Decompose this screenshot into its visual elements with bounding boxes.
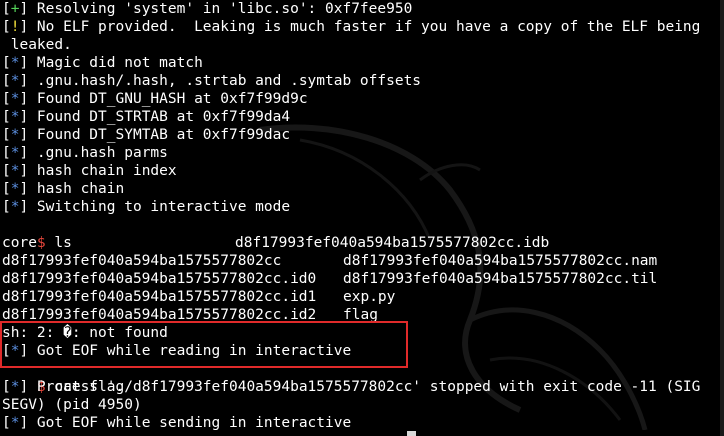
status-tag: * [10,199,20,215]
log-text: hash chain [28,181,125,197]
log-line: [*] Switching to interactive mode [2,199,291,215]
log-text: .gnu.hash parms [28,145,168,161]
status-tag: * [10,181,20,197]
status-tag: * [10,109,20,125]
log-text: Magic did not match [28,55,203,71]
ls-entry: exp.py [343,289,396,305]
log-line: [*] Found DT_SYMTAB at 0xf7f99dac [2,127,291,143]
ls-entry: d8f17993fef040a594ba1575577802cc.id1 [2,289,317,305]
log-text: Found DT_GNU_HASH at 0xf7f99d9c [28,91,308,107]
status-tag: * [10,91,20,107]
log-line: [*] Found DT_GNU_HASH at 0xf7f99d9c [2,91,308,107]
status-tag: + [10,1,20,17]
eof-sending-line: [*] Got EOF while sending in interactive [2,415,352,431]
ls-row: d8f17993fef040a594ba1575577802cc.id0 d8f1… [2,270,722,288]
ls-entry: d8f17993fef040a594ba1575577802cc.idb [235,235,550,251]
log-line: [+] Resolving 'system' in 'libc.so': 0xf… [2,1,413,17]
status-tag: * [10,163,20,179]
process-stop-line-1: [*] Process './d8f17993fef040a594ba15755… [2,379,701,395]
terminal-window[interactable]: [+] Resolving 'system' in 'libc.so': 0xf… [0,0,724,436]
ls-row: d8f17993fef040a594ba1575577802cc.id1 exp.… [2,288,722,306]
ls-row: core d8f17993fef040a594ba1575577802cc.idb [2,234,722,252]
log-text: Found DT_SYMTAB at 0xf7f99dac [28,127,291,143]
ls-entry: d8f17993fef040a594ba1575577802cc [2,253,282,269]
log-text: Resolving 'system' in 'libc.so': 0xf7fee… [28,1,413,17]
process-stop-line-2: SEGV) (pid 4950) [2,397,142,413]
prompt-ls: $ ls [2,216,72,251]
log-text: Switching to interactive mode [28,199,291,215]
log-line: [*] hash chain index [2,163,177,179]
status-tag: ! [10,19,20,35]
status-tag: * [10,145,20,161]
status-tag: * [10,73,20,89]
log-line: [*] Found DT_STRTAB at 0xf7f99da4 [2,109,291,125]
log-line: leaked. [2,36,72,54]
highlight-box [0,321,408,368]
log-text: leaked. [2,37,72,53]
ls-entry: d8f17993fef040a594ba1575577802cc.til [343,271,658,287]
log-text: .gnu.hash/.hash, .strtab and .symtab off… [28,73,422,89]
log-line: [*] hash chain [2,181,125,197]
ls-entry: d8f17993fef040a594ba1575577802cc.id0 [2,271,317,287]
terminal-cursor [407,431,416,436]
log-text: No ELF provided. Leaking is much faster … [28,19,701,35]
status-tag: * [10,127,20,143]
log-text: hash chain index [28,163,177,179]
status-tag: * [10,55,20,71]
ls-entry: d8f17993fef040a594ba1575577802cc.nam [343,253,658,269]
log-line: [*] .gnu.hash parms [2,145,168,161]
ls-entry: core [2,235,37,251]
log-text: Found DT_STRTAB at 0xf7f99da4 [28,109,291,125]
ls-row: d8f17993fef040a594ba1575577802cc d8f17993… [2,252,722,270]
log-line: [*] .gnu.hash/.hash, .strtab and .symtab… [2,73,422,89]
scrollbar[interactable] [720,0,724,436]
log-line: [!] No ELF provided. Leaking is much fas… [2,19,701,35]
log-line: [*] Magic did not match [2,55,203,71]
